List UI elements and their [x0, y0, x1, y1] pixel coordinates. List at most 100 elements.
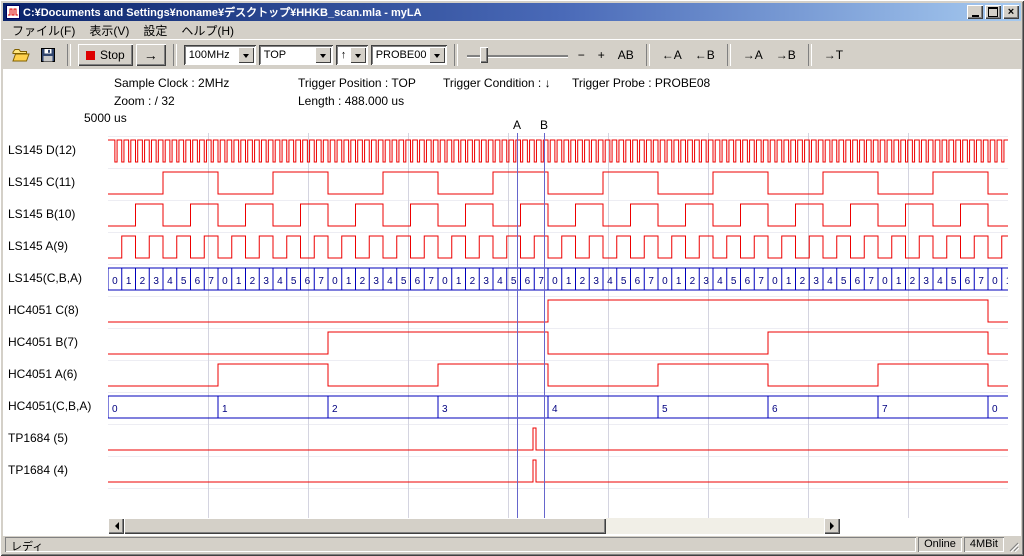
- svg-text:4: 4: [827, 276, 833, 287]
- zoom-in-button[interactable]: +: [593, 45, 610, 65]
- status-online: Online: [918, 537, 962, 552]
- channel-label-4: LS145(C,B,A): [8, 271, 82, 285]
- toolbar-separator: [808, 44, 812, 66]
- minimize-button[interactable]: [967, 5, 983, 19]
- goto-trigger-button[interactable]: →T: [819, 45, 848, 65]
- trigger-probe-select[interactable]: PROBE00: [371, 45, 447, 65]
- svg-text:0: 0: [112, 404, 118, 415]
- goto-marker-b-left-button[interactable]: ←B: [690, 45, 720, 65]
- chevron-down-icon: [315, 47, 331, 63]
- resize-grip-icon: [1007, 540, 1019, 552]
- status-message: レディ: [5, 537, 916, 552]
- scrollbar-thumb[interactable]: [124, 518, 606, 534]
- svg-text:0: 0: [882, 276, 888, 287]
- toolbar-separator: [454, 44, 458, 66]
- menu-help[interactable]: ヘルプ(H): [174, 20, 241, 41]
- svg-text:2: 2: [910, 276, 916, 287]
- menu-file[interactable]: ファイル(F): [5, 20, 82, 41]
- svg-text:0: 0: [992, 276, 998, 287]
- floppy-disk-icon: [41, 48, 55, 62]
- svg-text:5: 5: [621, 276, 627, 287]
- svg-text:4: 4: [277, 276, 283, 287]
- channel-wave-4: 0123456701234567012345670123456701234567…: [108, 268, 1008, 290]
- app-window: C:¥Documents and Settings¥noname¥デスクトップ¥…: [0, 0, 1024, 556]
- sample-clock-value: 100MHz: [184, 45, 238, 65]
- svg-text:5: 5: [731, 276, 737, 287]
- svg-text:4: 4: [552, 404, 558, 415]
- svg-text:3: 3: [923, 276, 929, 287]
- arrow-right-icon: [830, 522, 838, 530]
- svg-text:2: 2: [250, 276, 256, 287]
- time-grid-lines: [209, 133, 909, 518]
- trigger-condition-text: Trigger Condition : ↓: [443, 76, 551, 90]
- chevron-down-icon: [238, 47, 254, 63]
- svg-text:4: 4: [607, 276, 613, 287]
- ab-range-button[interactable]: AB: [613, 45, 639, 65]
- run-button[interactable]: →: [136, 44, 166, 66]
- svg-text:6: 6: [772, 404, 778, 415]
- zoom-slider[interactable]: [465, 45, 570, 65]
- toolbar-separator: [67, 44, 71, 66]
- window-controls: ×: [967, 5, 1019, 19]
- svg-text:5: 5: [401, 276, 407, 287]
- scroll-left-button[interactable]: [108, 518, 124, 534]
- svg-text:0: 0: [992, 404, 998, 415]
- svg-text:6: 6: [635, 276, 641, 287]
- sample-clock-label: Sample Clock : 2MHz: [114, 76, 229, 90]
- svg-text:1: 1: [456, 276, 462, 287]
- svg-text:2: 2: [140, 276, 146, 287]
- zoom-out-button[interactable]: −: [573, 45, 590, 65]
- svg-text:0: 0: [772, 276, 778, 287]
- scroll-right-button[interactable]: [824, 518, 840, 534]
- svg-text:1: 1: [676, 276, 682, 287]
- goto-marker-a-right-button[interactable]: →A: [738, 45, 768, 65]
- open-file-button[interactable]: [9, 44, 33, 66]
- channel-label-7: HC4051 A(6): [8, 367, 77, 381]
- scrollbar-track[interactable]: [124, 518, 824, 534]
- channel-wave-3: [108, 236, 1008, 258]
- goto-marker-b-right-button[interactable]: →B: [771, 45, 801, 65]
- svg-text:5: 5: [291, 276, 297, 287]
- window-title: C:¥Documents and Settings¥noname¥デスクトップ¥…: [23, 4, 967, 20]
- menu-view[interactable]: 表示(V): [82, 20, 136, 41]
- svg-text:0: 0: [222, 276, 228, 287]
- svg-text:7: 7: [882, 404, 888, 415]
- svg-text:7: 7: [318, 276, 324, 287]
- svg-text:5: 5: [841, 276, 847, 287]
- channel-wave-5: [108, 300, 1008, 322]
- sample-clock-select[interactable]: 100MHz: [184, 45, 256, 65]
- resize-grip[interactable]: [1006, 537, 1019, 552]
- stop-button[interactable]: Stop: [78, 44, 133, 66]
- svg-text:7: 7: [208, 276, 214, 287]
- stop-label: Stop: [100, 48, 125, 62]
- svg-text:4: 4: [167, 276, 173, 287]
- trigger-probe-value: PROBE00: [371, 45, 429, 65]
- goto-marker-a-left-button[interactable]: ←A: [657, 45, 687, 65]
- save-button[interactable]: [36, 44, 60, 66]
- open-folder-icon: [12, 48, 30, 62]
- svg-text:1: 1: [126, 276, 132, 287]
- toolbar-separator: [646, 44, 650, 66]
- svg-text:4: 4: [497, 276, 503, 287]
- trigger-probe-text: Trigger Probe : PROBE08: [572, 76, 710, 90]
- svg-text:0: 0: [552, 276, 558, 287]
- status-memory: 4MBit: [964, 537, 1004, 552]
- slider-thumb[interactable]: [480, 47, 488, 63]
- trigger-position-select[interactable]: TOP: [259, 45, 333, 65]
- svg-text:3: 3: [483, 276, 489, 287]
- svg-text:7: 7: [868, 276, 874, 287]
- svg-text:0: 0: [442, 276, 448, 287]
- maximize-button[interactable]: [985, 5, 1001, 19]
- svg-text:5: 5: [662, 404, 668, 415]
- svg-text:1: 1: [566, 276, 572, 287]
- close-button[interactable]: ×: [1003, 5, 1019, 19]
- menu-settings[interactable]: 設定: [136, 20, 174, 41]
- minimize-icon: [972, 15, 979, 17]
- waveform-area[interactable]: 0123456701234567012345670123456701234567…: [108, 133, 1008, 518]
- chevron-down-icon: [429, 47, 445, 63]
- svg-text:3: 3: [703, 276, 709, 287]
- svg-text:6: 6: [415, 276, 421, 287]
- channel-wave-6: [108, 332, 1008, 354]
- svg-text:1: 1: [896, 276, 902, 287]
- trigger-edge-select[interactable]: ↑: [336, 45, 368, 65]
